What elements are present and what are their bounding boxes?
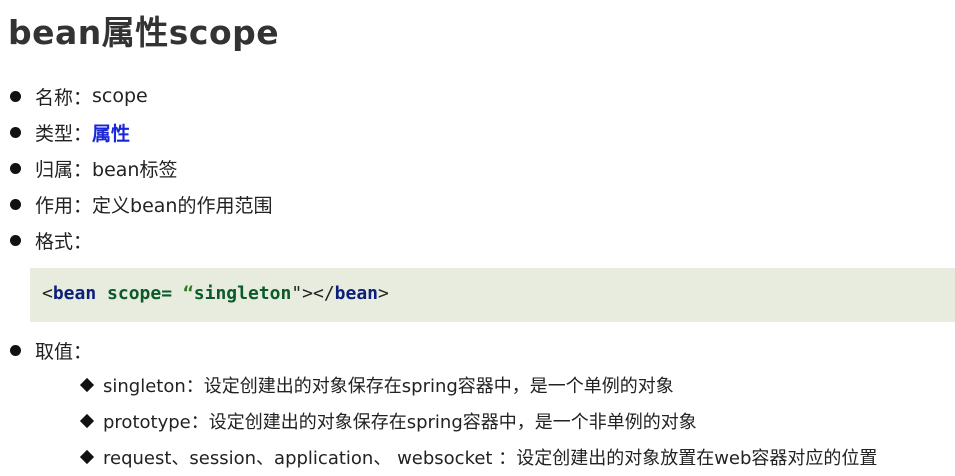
sub-list-item: singleton：设定创建出的对象保存在spring容器中，是一个单例的对象: [79, 372, 674, 398]
code-close-tag: bean: [334, 283, 379, 304]
code-mid: ></: [302, 283, 335, 304]
diamond-bullet-icon: [79, 413, 95, 429]
list-item-purpose: 作用： 定义bean的作用范围: [8, 191, 272, 217]
diamond-bullet-icon: [79, 377, 95, 393]
sub-item-text: prototype：设定创建出的对象保存在spring容器中，是一个非单例的对象: [103, 412, 697, 433]
code-attribute: scope=: [107, 283, 173, 304]
diamond-bullet-icon: [79, 449, 95, 465]
list-item-name: 名称： scope: [8, 83, 148, 109]
item-value: 属性: [92, 122, 131, 145]
code-tag: bean: [52, 283, 97, 304]
sub-item-text: singleton：设定创建出的对象保存在spring容器中，是一个单例的对象: [103, 376, 674, 397]
code-open-bracket: <: [42, 283, 53, 304]
code-string: singleton: [193, 283, 292, 304]
bullet-icon: [10, 126, 21, 138]
sub-item-text: request、session、application、 websocket ：…: [103, 448, 878, 469]
code-block: <bean scope= “singleton"></bean>: [30, 268, 955, 322]
item-label: 名称：: [35, 86, 93, 109]
list-item-type: 类型： 属性: [8, 119, 130, 145]
bullet-icon: [10, 234, 21, 246]
list-item-format: 格式：: [8, 227, 92, 253]
bullet-icon: [10, 198, 21, 210]
list-item-values: 取值：: [8, 337, 92, 363]
item-label: 作用：: [35, 194, 93, 217]
bullet-icon: [10, 344, 21, 356]
item-value: scope: [92, 85, 148, 107]
bullet-icon: [10, 162, 21, 174]
item-label: 格式：: [35, 230, 93, 253]
item-label: 取值：: [35, 340, 93, 363]
list-item-owner: 归属： bean标签: [8, 155, 177, 181]
sub-list-item: request、session、application、 websocket ：…: [79, 444, 878, 470]
bullet-icon: [10, 90, 21, 102]
item-label: 类型：: [35, 122, 93, 145]
page-title: bean属性scope: [8, 13, 280, 52]
code-close-quote: ": [291, 283, 303, 304]
code-close-bracket: >: [378, 283, 389, 304]
item-label: 归属：: [35, 158, 93, 181]
item-value: 定义bean的作用范围: [92, 194, 273, 217]
code-line: <bean scope= “singleton"></bean>: [42, 283, 389, 304]
code-open-quote: “: [182, 283, 194, 304]
item-value: bean标签: [92, 158, 178, 181]
sub-list-item: prototype：设定创建出的对象保存在spring容器中，是一个非单例的对象: [79, 408, 697, 434]
